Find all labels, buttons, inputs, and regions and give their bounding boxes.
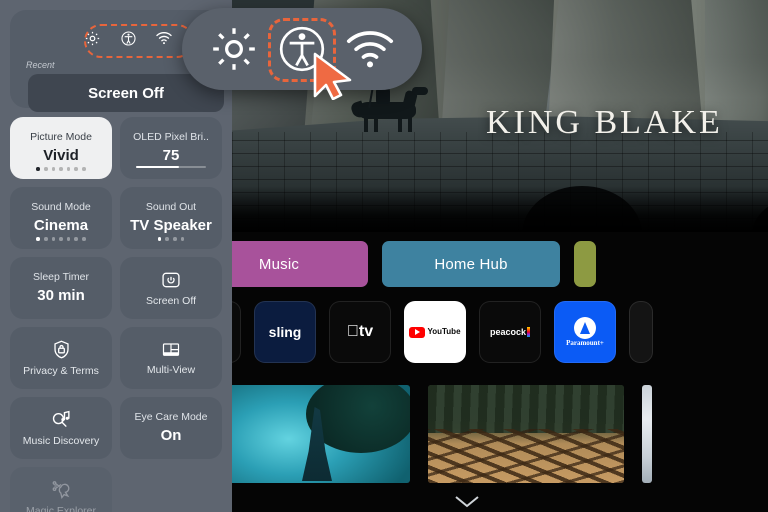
quick-setting-magic-explorer: Magic Explorer	[10, 467, 112, 512]
hero-title: KING BLAKE	[486, 104, 723, 141]
quick-setting-oled-pixel-bri[interactable]: OLED Pixel Bri.. 75	[120, 117, 222, 179]
quick-setting-value: 75	[162, 146, 180, 164]
power-icon	[161, 270, 181, 290]
tv-screen: KING BLAKE GameMusicHome Hub prividDisne…	[0, 0, 768, 512]
magic-explorer-icon	[51, 479, 72, 500]
chevron-down-icon[interactable]	[455, 496, 479, 508]
quick-tile-label: Music	[258, 255, 300, 273]
quick-setting-value: Cinema	[33, 216, 89, 234]
quick-tile-label: Home Hub	[434, 255, 508, 273]
quick-setting-title: OLED Pixel Bri..	[133, 131, 209, 144]
wooden-maze-thumbnail[interactable]	[428, 385, 624, 483]
quick-setting-title: Eye Care Mode	[134, 411, 208, 424]
quick-setting-picture-mode[interactable]: Picture Mode Vivid	[10, 117, 112, 179]
pager-dots	[10, 237, 112, 241]
quick-setting-title: Sound Out	[145, 201, 197, 214]
quick-setting-screen-off[interactable]: Screen Off	[120, 257, 222, 319]
wifi-icon[interactable]	[154, 28, 174, 48]
quick-setting-privacy-terms[interactable]: Privacy & Terms	[10, 327, 112, 389]
quick-setting-caption: Magic Explorer	[25, 505, 97, 512]
recent-screen-off-button[interactable]: Screen Off	[28, 74, 224, 112]
quick-setting-title: Sound Mode	[31, 201, 91, 214]
app-tile-app-partial[interactable]	[629, 301, 653, 363]
quick-setting-caption: Multi-View	[146, 363, 196, 376]
app-tile-sling[interactable]: sling	[254, 301, 316, 363]
quick-setting-eye-care-mode[interactable]: Eye Care Mode On	[120, 397, 222, 459]
gear-icon[interactable]	[208, 23, 260, 75]
pager-dots	[120, 237, 222, 241]
quick-setting-caption: Screen Off	[146, 294, 196, 307]
quick-setting-caption: Music Discovery	[22, 435, 100, 447]
brightness-slider[interactable]	[136, 165, 206, 168]
pointer-cursor	[312, 52, 354, 100]
quick-setting-caption: Privacy & Terms	[23, 365, 99, 377]
quick-setting-multi-view[interactable]: Multi-View	[120, 327, 222, 389]
quick-settings-grid: Picture Mode Vivid OLED Pixel Bri.. 75 Sound…	[10, 117, 222, 512]
pager-dots	[10, 167, 112, 171]
recent-label: Recent	[26, 60, 55, 70]
content-card-partial[interactable]	[642, 385, 652, 483]
app-tile-apple-tv[interactable]: tv	[329, 301, 391, 363]
quick-tile-home-hub[interactable]: Home Hub	[382, 241, 560, 287]
quick-setting-music-discovery[interactable]: Music Discovery	[10, 397, 112, 459]
quick-setting-sleep-timer[interactable]: Sleep Timer 30 min	[10, 257, 112, 319]
status-icon-row	[82, 28, 174, 48]
quick-setting-value: On	[160, 426, 182, 444]
quick-setting-sound-mode[interactable]: Sound Mode Cinema	[10, 187, 112, 249]
gear-icon[interactable]	[82, 28, 102, 48]
shield-lock-icon	[51, 339, 72, 360]
music-search-icon	[50, 409, 73, 430]
quick-setting-value: TV Speaker	[130, 216, 212, 234]
quick-setting-title: Sleep Timer	[32, 271, 90, 284]
app-tile-paramount-plus[interactable]: Paramount+	[554, 301, 616, 363]
quick-setting-value: 30 min	[37, 286, 85, 304]
quick-tile-partial[interactable]	[574, 241, 596, 287]
woman-in-mist-thumbnail[interactable]	[214, 385, 410, 483]
app-tile-youtube[interactable]: YouTube	[404, 301, 466, 363]
multiview-icon	[160, 341, 182, 359]
quick-setting-sound-out[interactable]: Sound Out TV Speaker	[120, 187, 222, 249]
quick-setting-title: Picture Mode	[30, 131, 92, 144]
app-tile-peacock[interactable]: peacock	[479, 301, 541, 363]
quick-setting-value: Vivid	[43, 146, 79, 164]
accessibility-icon[interactable]	[118, 28, 138, 48]
